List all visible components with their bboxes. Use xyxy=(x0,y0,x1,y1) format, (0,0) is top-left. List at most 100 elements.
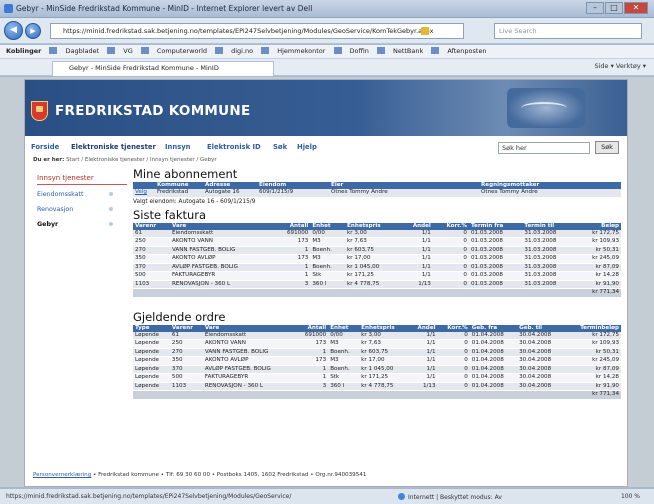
table-cell: kr 87,09 xyxy=(575,263,621,272)
forward-arrow-icon[interactable]: ▶ xyxy=(25,23,41,39)
column-header: Antall xyxy=(294,324,329,332)
table-cell: 31.03.2008 xyxy=(522,246,576,255)
sidebar-item-eiendomsskatt[interactable]: Eiendomsskatt xyxy=(37,191,127,198)
table-cell: 370 xyxy=(133,263,170,272)
site-search-button[interactable]: Søk xyxy=(595,141,619,154)
table-cell: kr 7,63 xyxy=(345,237,401,247)
table-cell: 1/13 xyxy=(400,280,433,289)
menu-hjelp[interactable]: Hjelp xyxy=(297,143,317,151)
table-cell: 01.03.2008 xyxy=(468,271,523,281)
total-row: kr 771,34 xyxy=(133,390,621,400)
ordre-table: Type Varenr Vare Antall Enhet Enhetspris Andel… xyxy=(133,324,621,400)
table-cell: kr 3,00 xyxy=(359,331,409,340)
menu-sok[interactable]: Søk xyxy=(273,143,287,151)
fav-link[interactable]: Computerworld xyxy=(140,45,207,58)
table-cell: kr 14,28 xyxy=(564,373,621,383)
sidebar-item-gebyr[interactable]: Gebyr xyxy=(37,221,127,228)
table-cell: 1103 xyxy=(169,382,203,391)
table-cell: 0/00 xyxy=(328,331,360,340)
table-cell: 01.04.2008 xyxy=(469,373,518,383)
site-search-input[interactable]: Søk her xyxy=(498,142,590,154)
table-cell: 360 l xyxy=(310,280,346,289)
table-cell: Løpende xyxy=(133,331,170,340)
table-cell: Boenh. xyxy=(310,263,346,272)
back-arrow-icon[interactable]: ◀ xyxy=(4,21,23,40)
column-header: Termin til xyxy=(522,222,576,230)
fav-link[interactable]: NettBank xyxy=(376,45,423,58)
fav-link[interactable]: VG xyxy=(107,45,133,58)
security-zone[interactable]: Internett | Beskyttet modus: Av xyxy=(398,493,502,501)
minimize-button[interactable]: – xyxy=(586,2,604,14)
faktura-title: Siste faktura xyxy=(133,207,207,222)
table-cell: kr 91,90 xyxy=(575,280,621,289)
total-amount: kr 771,34 xyxy=(575,288,621,298)
breadcrumb: Du er her: Start / Elektroniske tjeneste… xyxy=(33,157,217,163)
column-header: Varenr xyxy=(133,222,170,230)
fav-link[interactable]: Dagbladet xyxy=(49,45,99,58)
table-cell: Stk xyxy=(328,373,360,383)
table-cell: 173 xyxy=(272,237,311,247)
main-content: Mine abonnement Kommune Adresse Eiendom … xyxy=(133,168,621,400)
fav-link[interactable]: digi.no xyxy=(215,45,253,58)
privacy-link[interactable]: Personvernerklæring xyxy=(33,472,91,478)
menu-forside[interactable]: Forside xyxy=(31,143,59,151)
table-cell: 30.04.2008 xyxy=(517,356,565,366)
maximize-button[interactable]: □ xyxy=(605,2,623,14)
table-cell: 01.03.2008 xyxy=(468,246,523,255)
column-header: Enhet xyxy=(310,222,346,230)
lock-icon[interactable] xyxy=(421,27,429,35)
fav-link[interactable]: Koblinger xyxy=(6,45,41,58)
table-cell: 1 xyxy=(294,348,329,357)
table-cell: 1/1 xyxy=(408,339,438,349)
table-cell: Løpende xyxy=(133,373,170,383)
column-header: Termin fra xyxy=(468,222,523,230)
table-cell: 360 l xyxy=(328,382,360,391)
breadcrumb-path[interactable]: Start / Elektroniske tjenester / Innsyn … xyxy=(66,157,217,163)
table-cell: 1/13 xyxy=(408,382,438,391)
table-cell: 1 xyxy=(272,246,311,255)
table-row: Løpende 1103 RENOVASJON - 360 L 3 360 l kr 4 … xyxy=(133,382,621,391)
table-cell: 1/1 xyxy=(400,246,433,255)
fav-link[interactable]: Doffin xyxy=(333,45,369,58)
table-row: 270 VANN FASTGEB. BOLIG 1 Boenh. kr 603,75 1/… xyxy=(133,246,621,255)
fav-link[interactable]: Aftenposten xyxy=(431,45,487,58)
table-cell: 0 xyxy=(437,339,470,349)
sidebar-item-renovasjon[interactable]: Renovasjon xyxy=(37,206,127,213)
table-cell: 3 xyxy=(272,280,311,289)
url-input[interactable]: https://minid.fredrikstad.sak.betjening.… xyxy=(50,23,464,39)
menu-innsyn[interactable]: Innsyn xyxy=(165,143,191,151)
table-cell: 0 xyxy=(432,271,469,281)
close-button[interactable]: ✕ xyxy=(624,2,648,14)
browser-tab[interactable]: Gebyr - MinSide Fredrikstad Kommune - Mi… xyxy=(52,61,274,76)
table-cell: kr 171,25 xyxy=(345,271,401,281)
fav-link[interactable]: Hjemmekontor xyxy=(261,45,325,58)
table-cell: 01.03.2008 xyxy=(468,280,523,289)
table-cell: 01.04.2008 xyxy=(469,348,518,357)
table-cell: 01.03.2008 xyxy=(468,254,523,264)
menu-elektronisk-id[interactable]: Elektronisk ID xyxy=(207,143,261,151)
table-cell: kr 91,90 xyxy=(564,382,621,391)
table-cell: 31.03.2008 xyxy=(522,280,576,289)
velg-link[interactable]: Velg xyxy=(133,189,155,198)
menu-elektroniske-tjenester[interactable]: Elektroniske tjenester xyxy=(71,143,156,151)
sidebar-heading[interactable]: Innsyn tjenester xyxy=(37,174,127,185)
coat-of-arms-logo[interactable] xyxy=(31,101,48,121)
table-cell: 30.04.2008 xyxy=(517,365,565,374)
table-cell: 1 xyxy=(294,365,329,374)
window-titlebar: Gebyr - MinSide Fredrikstad Kommune - Mi… xyxy=(0,0,654,18)
column-header: Vare xyxy=(169,222,273,230)
table-cell: M3 xyxy=(310,254,346,264)
table-row: Velg Fredrikstad Autogate 16 609/1/215/9… xyxy=(133,189,621,198)
table-cell: 173 xyxy=(272,254,311,264)
live-search-input[interactable]: Live Search xyxy=(494,23,642,39)
site-name[interactable]: FREDRIKSTAD KOMMUNE xyxy=(55,103,251,119)
zoom-level[interactable]: 100 % xyxy=(621,493,640,500)
command-bar[interactable]: Side ▾ Verktøy ▾ xyxy=(594,62,646,70)
column-header: Enhetspris xyxy=(345,222,401,230)
table-row: 61 Eiendomsskatt 691000 0/00 kr 3,00 1/1 0 01.0… xyxy=(133,229,621,238)
table-cell: Løpende xyxy=(133,339,170,349)
table-cell: AVLØP FASTGEB. BOLIG xyxy=(169,263,273,272)
table-cell: 1 xyxy=(272,263,311,272)
table-cell: 0 xyxy=(432,254,469,264)
faktura-table: Varenr Vare Antall Enhet Enhetspris Andel Korr… xyxy=(133,222,621,298)
